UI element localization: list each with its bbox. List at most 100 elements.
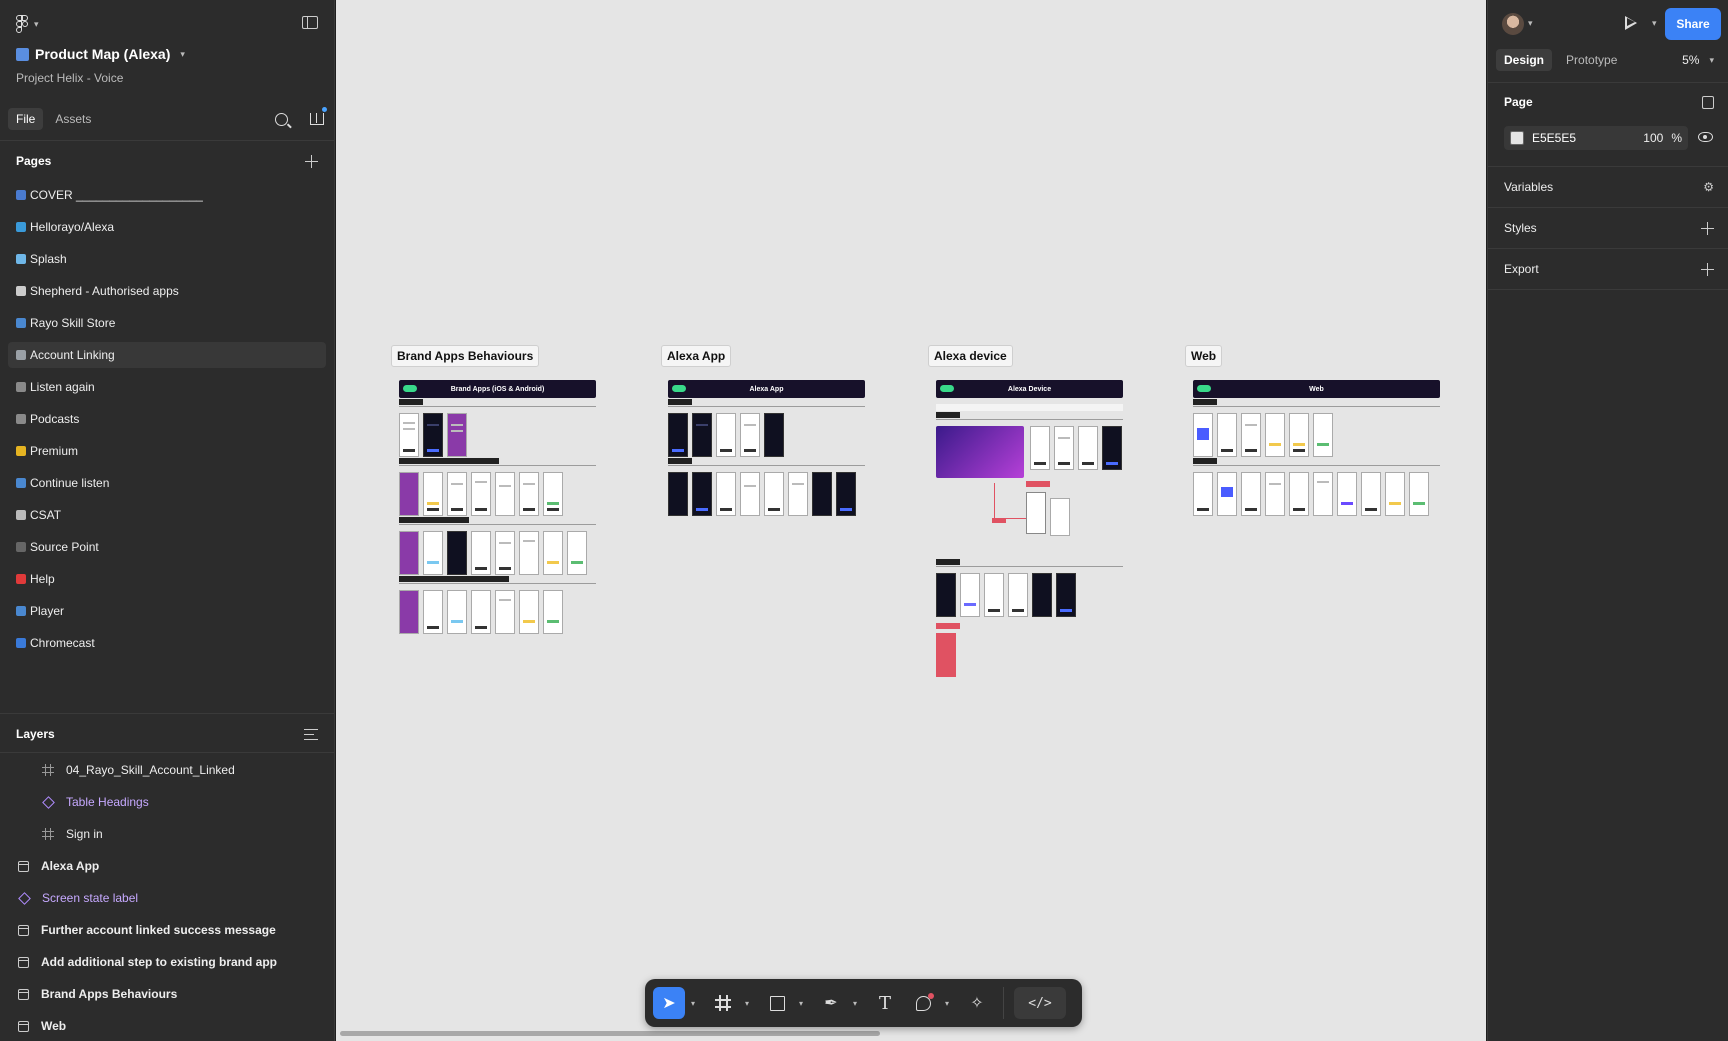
layer-label: Brand Apps Behaviours [41,987,178,1001]
component-icon [18,891,31,905]
pen-tool[interactable]: ✒ [815,987,847,1019]
tab-design[interactable]: Design [1496,49,1553,71]
tab-prototype[interactable]: Prototype [1558,49,1625,71]
layer-row[interactable]: Table Headings [0,786,334,818]
frame-tool[interactable] [707,987,739,1019]
pages-list: COVER ___________________ Hellorayo/Alexa… [8,182,326,662]
present-play-icon[interactable] [1625,16,1637,30]
section-label-brand-apps[interactable]: Brand Apps Behaviours [391,345,540,367]
eye-icon[interactable] [1698,132,1713,142]
page-item[interactable]: Hellorayo/Alexa [8,214,326,240]
rectangle-tool[interactable] [761,987,793,1019]
variables-section[interactable]: Variables ⚙ [1504,180,1714,194]
layer-row[interactable]: Web [0,1010,334,1041]
tab-file[interactable]: File [8,108,44,130]
page-item[interactable]: CSAT [8,502,326,528]
collapse-layers-icon[interactable] [304,728,318,740]
layer-row[interactable]: 04_Rayo_Skill_Account_Linked [0,754,334,786]
page-item[interactable]: Podcasts [8,406,326,432]
page-color-field[interactable]: E5E5E5 100 % [1504,126,1688,150]
page-item[interactable]: COVER ___________________ [8,182,326,208]
zoom-control[interactable]: 5% ▾ [1682,53,1720,67]
canvas[interactable]: Brand Apps Behaviours Alexa App Alexa de… [336,0,1486,1041]
section-label-web[interactable]: Web [1185,345,1223,367]
frame-icon [42,764,54,776]
project-name[interactable]: Project Helix - Voice [16,71,318,85]
page-color-hex[interactable]: E5E5E5 [1532,131,1576,145]
layer-row[interactable]: Sign in [0,818,334,850]
layer-row[interactable]: Brand Apps Behaviours [0,978,334,1010]
board-web[interactable]: Web [1193,380,1440,516]
chevron-down-icon: ▾ [34,18,39,29]
move-tool[interactable]: ➤ [653,987,685,1019]
page-label: Source Point [30,540,99,554]
layer-row[interactable]: Further account linked success message [0,914,334,946]
page-item[interactable]: Player [8,598,326,624]
page-styles-icon[interactable] [1702,95,1714,109]
page-item[interactable]: Listen again [8,374,326,400]
page-label: Listen again [30,380,95,394]
page-item[interactable]: Rayo Skill Store [8,310,326,336]
page-emoji-icon [16,190,26,200]
layers-list: 04_Rayo_Skill_Account_Linked Table Headin… [0,754,334,1041]
layer-label: Alexa App [41,859,100,873]
file-title[interactable]: Product Map (Alexa) ▾ [16,46,318,62]
chevron-down-icon[interactable]: ▾ [1652,18,1657,29]
board-alexa-device[interactable]: Alexa Device [936,380,1123,683]
divider [1488,166,1728,167]
dev-mode-toggle[interactable]: </> [1014,987,1066,1019]
page-emoji-icon [16,350,26,360]
color-swatch[interactable] [1510,131,1524,145]
page-emoji-icon [16,286,26,296]
page-label: Chromecast [30,636,95,650]
toolbar-divider [1003,987,1004,1019]
layer-row[interactable]: Screen state label [0,882,334,914]
shape-tool[interactable] [907,987,939,1019]
layer-row[interactable]: Alexa App [0,850,334,882]
actions-tool[interactable]: ✧ [961,987,993,1019]
board-alexa-app[interactable]: Alexa App [668,380,865,516]
page-label: CSAT [30,508,62,522]
text-tool[interactable]: T [869,987,901,1019]
board-title: Alexa Device [936,380,1123,398]
page-item[interactable]: Shepherd - Authorised apps [8,278,326,304]
section-icon [18,988,29,1000]
search-icon[interactable] [275,112,288,126]
tab-assets[interactable]: Assets [47,108,99,130]
board-brand-apps[interactable]: Brand Apps (iOS & Android) [399,380,596,634]
page-item[interactable]: Source Point [8,534,326,560]
divider [1488,248,1728,249]
chevron-down-icon[interactable]: ▾ [799,999,809,1008]
layer-row[interactable]: Add additional step to existing brand ap… [0,946,334,978]
page-label: Player [30,604,65,618]
page-item[interactable]: Account Linking [8,342,326,368]
library-icon[interactable] [310,107,327,125]
sidebar-toggle-icon[interactable] [302,16,318,29]
section-label-alexa-app[interactable]: Alexa App [661,345,732,367]
page-item[interactable]: Splash [8,246,326,272]
bottom-toolbar: ➤ ▾ ▾ ▾ ✒ ▾ T ▾ ✧ </> [645,979,1082,1027]
page-item[interactable]: Help [8,566,326,592]
add-page-icon[interactable] [305,154,318,168]
layer-label: Table Headings [66,795,149,809]
section-icon [18,1020,29,1032]
variables-icon[interactable]: ⚙ [1703,180,1714,194]
chevron-down-icon[interactable]: ▾ [691,999,701,1008]
shape-icon [915,992,934,1011]
add-style-icon[interactable] [1701,221,1714,235]
chevron-down-icon[interactable]: ▾ [853,999,863,1008]
share-button[interactable]: Share [1665,8,1721,40]
chevron-down-icon[interactable]: ▾ [1528,18,1533,29]
page-item[interactable]: Continue listen [8,470,326,496]
page-emoji-icon [16,606,26,616]
chevron-down-icon[interactable]: ▾ [945,999,955,1008]
horizontal-scrollbar[interactable] [340,1031,880,1036]
page-item[interactable]: Premium [8,438,326,464]
section-label-alexa-device[interactable]: Alexa device [928,345,1013,367]
avatar[interactable] [1502,13,1524,35]
chevron-down-icon[interactable]: ▾ [745,999,755,1008]
main-menu[interactable]: ▾ [16,14,318,34]
add-export-icon[interactable] [1701,262,1714,276]
page-opacity[interactable]: 100 [1643,131,1663,145]
page-item[interactable]: Chromecast [8,630,326,656]
